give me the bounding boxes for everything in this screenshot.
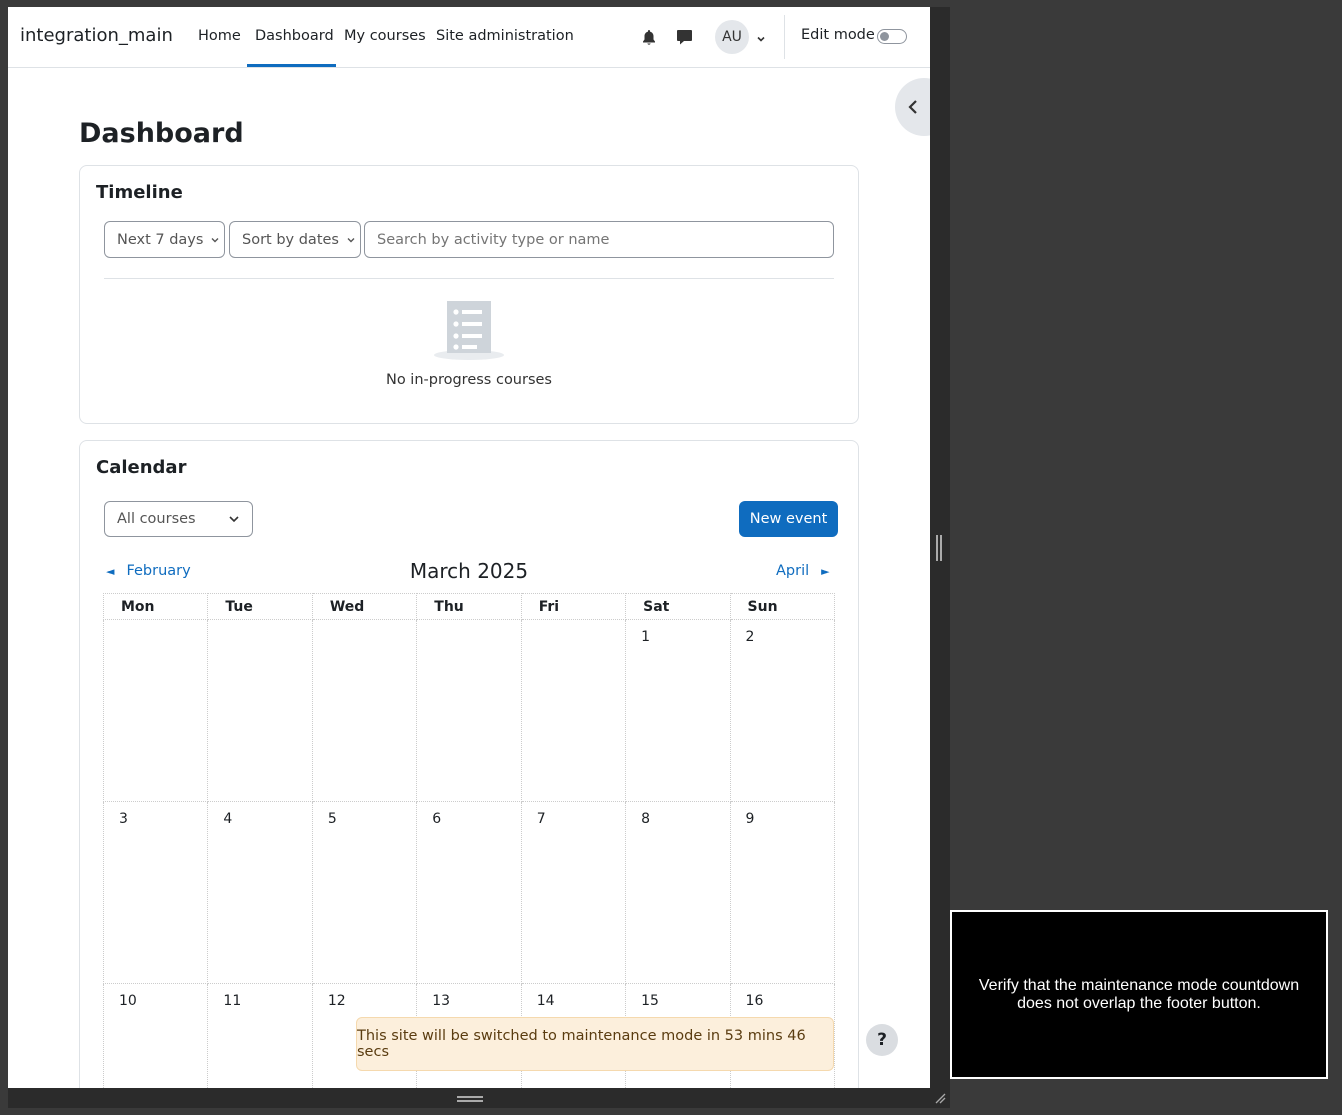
calendar-day-cell[interactable]: 10 xyxy=(102,983,209,1088)
grip-icon xyxy=(936,535,942,561)
calendar-week-row: 3 4 5 6 7 8 9 xyxy=(102,801,836,984)
timeline-title: Timeline xyxy=(96,182,183,203)
chevron-left-icon xyxy=(908,100,917,114)
chevron-down-icon xyxy=(211,237,219,242)
grip-icon xyxy=(457,1096,483,1102)
next-month-link[interactable]: April ► xyxy=(776,563,830,579)
calendar-day-cell[interactable] xyxy=(416,619,522,802)
timeline-day-filter[interactable]: Next 7 days xyxy=(104,221,225,258)
calendar-week-row: 1 2 xyxy=(102,619,836,802)
calendar-grid: Mon Tue Wed Thu Fri Sat Sun 1 2 3 4 5 6 … xyxy=(102,593,836,1088)
calendar-day-cell[interactable]: 8 xyxy=(625,801,731,984)
calendar-title: Calendar xyxy=(96,457,187,478)
chat-bubble-icon[interactable] xyxy=(674,27,694,47)
nav-separator xyxy=(784,15,785,59)
nav-dashboard[interactable]: Dashboard xyxy=(255,28,334,44)
timeline-empty-message: No in-progress courses xyxy=(385,372,552,388)
timeline-divider xyxy=(104,278,834,279)
toggle-knob xyxy=(880,32,889,41)
nav-site-administration[interactable]: Site administration xyxy=(436,28,574,44)
month-title: March 2025 xyxy=(409,559,529,583)
browser-viewport: integration_main Home Dashboard My cours… xyxy=(8,7,930,1088)
edit-mode-label: Edit mode xyxy=(801,27,875,43)
calendar-day-cell[interactable]: 1 xyxy=(625,619,731,802)
bell-icon[interactable] xyxy=(639,27,659,47)
list-document-icon xyxy=(434,301,504,360)
edit-mode-toggle[interactable] xyxy=(877,29,907,44)
nav-home[interactable]: Home xyxy=(198,28,241,44)
weekday-header: Fri xyxy=(520,593,627,620)
weekday-header-row: Mon Tue Wed Thu Fri Sat Sun xyxy=(102,593,836,620)
calendar-day-cell[interactable] xyxy=(311,619,418,802)
nav-my-courses[interactable]: My courses xyxy=(344,28,426,44)
calendar-day-cell[interactable] xyxy=(102,619,209,802)
footer-help-button[interactable]: ? xyxy=(866,1024,898,1056)
calendar-day-cell[interactable]: 5 xyxy=(311,801,418,984)
chevron-down-icon[interactable] xyxy=(756,29,766,48)
horizontal-resize-handle[interactable] xyxy=(8,1088,950,1108)
calendar-day-cell[interactable]: 2 xyxy=(729,619,836,802)
weekday-header: Tue xyxy=(207,593,313,620)
course-filter-select[interactable]: All courses xyxy=(104,501,253,537)
day-filter-label: Next 7 days xyxy=(117,231,204,248)
calendar-day-cell[interactable]: 4 xyxy=(207,801,313,984)
calendar-day-cell[interactable]: 7 xyxy=(520,801,627,984)
active-nav-indicator xyxy=(247,64,336,67)
resize-corner-icon[interactable] xyxy=(934,1092,946,1104)
sort-label: Sort by dates xyxy=(242,231,339,248)
weekday-header: Thu xyxy=(416,593,522,620)
site-brand[interactable]: integration_main xyxy=(20,25,173,46)
new-event-button[interactable]: New event xyxy=(739,501,838,537)
maintenance-countdown-notice: This site will be switched to maintenanc… xyxy=(356,1017,834,1071)
weekday-header: Sat xyxy=(625,593,731,620)
page-title: Dashboard xyxy=(79,118,244,149)
timeline-sort-dropdown[interactable]: Sort by dates xyxy=(229,221,361,258)
course-filter-label: All courses xyxy=(117,511,196,527)
top-navbar: integration_main Home Dashboard My cours… xyxy=(8,7,930,68)
triangle-right-icon: ► xyxy=(821,565,830,578)
calendar-day-cell[interactable] xyxy=(520,619,627,802)
weekday-header: Mon xyxy=(102,593,209,620)
instruction-caption: Verify that the maintenance mode countdo… xyxy=(950,910,1328,1079)
calendar-day-cell[interactable]: 3 xyxy=(102,801,209,984)
chevron-down-icon xyxy=(229,516,239,523)
calendar-day-cell[interactable] xyxy=(207,619,313,802)
calendar-block: Calendar All courses New event ◄ February… xyxy=(79,440,859,1088)
timeline-search-input[interactable] xyxy=(364,221,834,258)
open-drawer-button[interactable] xyxy=(895,78,930,136)
timeline-block: Timeline Next 7 days Sort by dates No in… xyxy=(79,165,859,424)
weekday-header: Sun xyxy=(729,593,836,620)
calendar-day-cell[interactable]: 6 xyxy=(416,801,522,984)
vertical-resize-handle[interactable] xyxy=(930,7,950,1088)
avatar[interactable]: AU xyxy=(715,20,749,54)
next-month-label: April xyxy=(776,563,810,579)
calendar-day-cell[interactable]: 9 xyxy=(729,801,836,984)
weekday-header: Wed xyxy=(311,593,418,620)
chevron-down-icon xyxy=(347,237,355,242)
calendar-day-cell[interactable]: 11 xyxy=(207,983,313,1088)
